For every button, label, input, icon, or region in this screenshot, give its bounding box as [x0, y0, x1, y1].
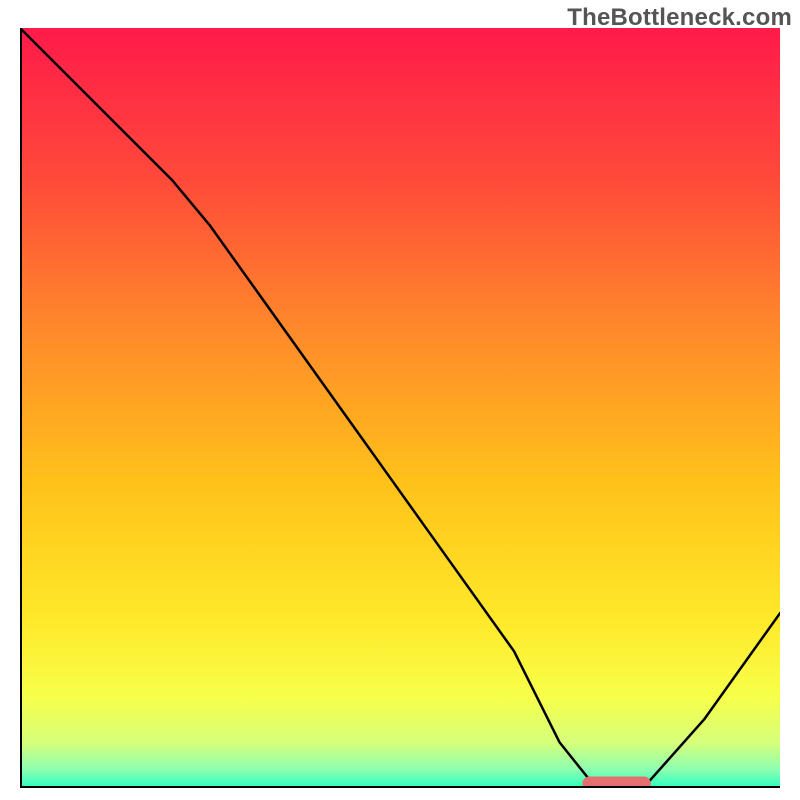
plot-area	[20, 28, 780, 788]
chart-svg	[20, 28, 780, 788]
chart-container: TheBottleneck.com	[0, 0, 800, 800]
